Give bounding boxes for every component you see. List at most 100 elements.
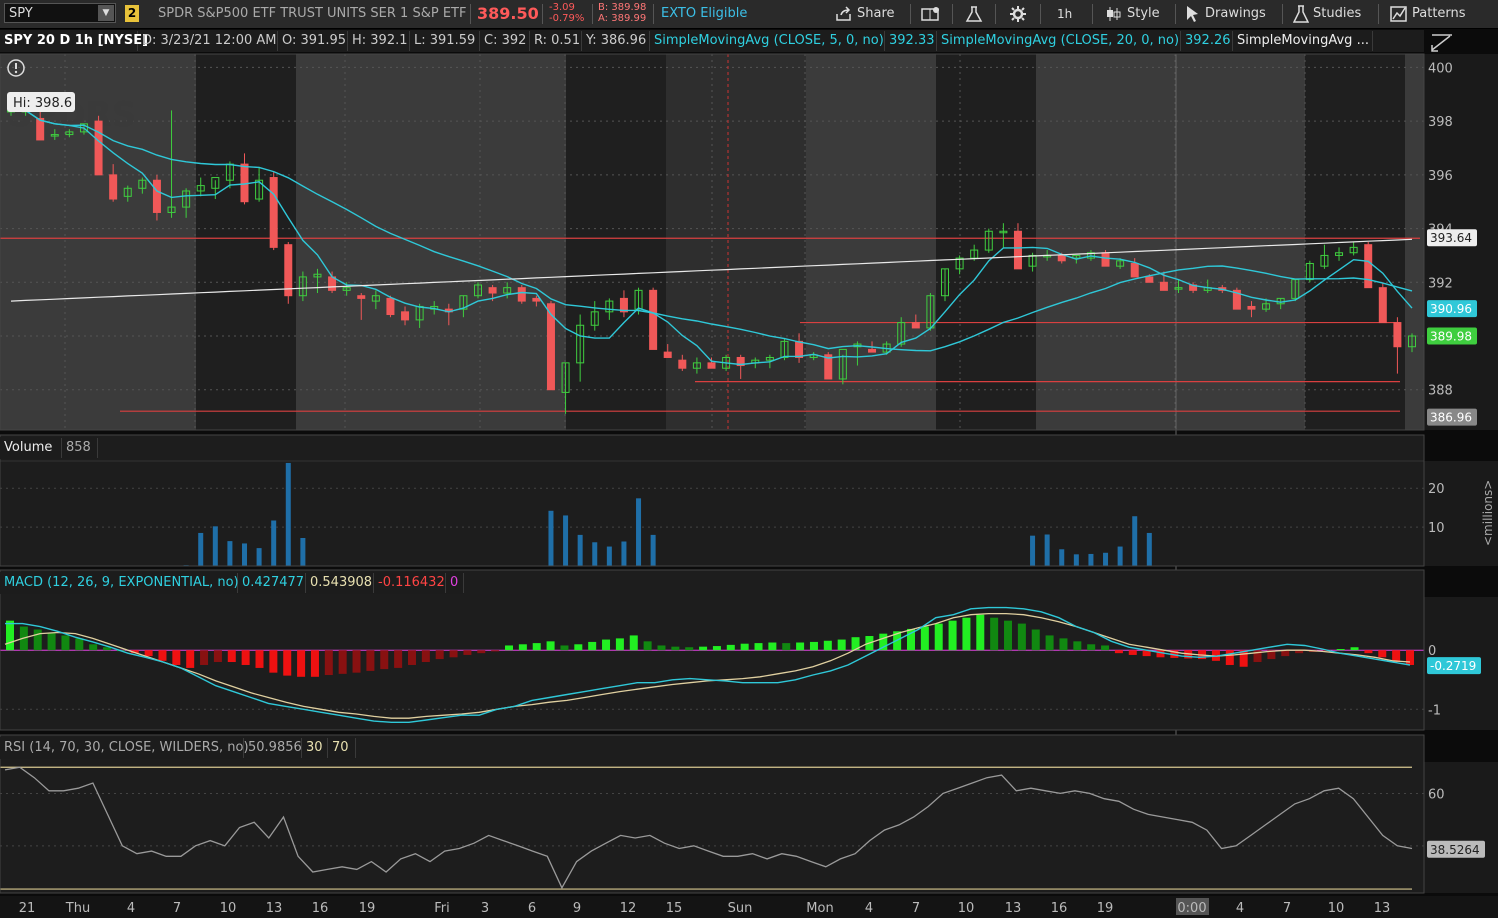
- volume-bar: [198, 532, 204, 566]
- rsi-label[interactable]: RSI (14, 70, 30, CLOSE, WILDERS, no): [0, 738, 249, 758]
- macd-tick-label: 0: [1428, 644, 1436, 659]
- time-tick-label: 15: [666, 901, 683, 916]
- macd-hist-bar: [463, 650, 472, 655]
- candle-body: [1247, 305, 1256, 310]
- candle-body: [1159, 281, 1168, 291]
- volume-bar: [1030, 535, 1036, 566]
- macd-hist-bar: [227, 650, 236, 663]
- candle-body: [1364, 244, 1373, 289]
- macd-hist-bar: [158, 650, 167, 661]
- price-tick-label: 396: [1428, 169, 1453, 184]
- after-hours-shade: [566, 54, 666, 430]
- volume-bar: [1059, 549, 1065, 566]
- macd-hist-bar: [89, 644, 98, 651]
- macd-hist-bar: [491, 650, 500, 652]
- volume-bar: [1146, 532, 1152, 566]
- candle-body: [94, 120, 103, 176]
- macd-hist-bar: [505, 645, 514, 651]
- macd-hist-bar: [740, 643, 749, 651]
- macd-hist-bar: [6, 620, 14, 651]
- price-tick-label: 398: [1428, 115, 1453, 130]
- after-hours-shade: [196, 54, 296, 430]
- volume-bar: [227, 541, 233, 566]
- candle-body: [36, 117, 45, 141]
- time-tick-label: 7: [173, 901, 181, 916]
- time-tick-label: 4: [865, 901, 873, 916]
- rsi-axis-bg: [1424, 762, 1498, 893]
- macd-hist-bar: [366, 650, 375, 671]
- weekend-shade: [666, 54, 806, 430]
- volume-bar: [1073, 554, 1079, 566]
- macd-hist-bar: [144, 650, 153, 657]
- macd-hist-bar: [629, 635, 638, 651]
- macd-hist-bar: [1059, 638, 1068, 651]
- time-tick-label: 21: [19, 901, 36, 916]
- candle-body: [240, 163, 249, 203]
- candle-body: [795, 340, 804, 358]
- volume-tick-label: 20: [1428, 482, 1445, 497]
- macd-hist-bar: [283, 650, 292, 676]
- macd-hist-bar: [1073, 641, 1082, 651]
- macd-hist-bar: [546, 641, 555, 651]
- volume-bar: [1103, 552, 1109, 566]
- candle-body: [1101, 252, 1110, 267]
- candle-body: [663, 351, 672, 358]
- time-tick-label: 4: [1236, 901, 1244, 916]
- rsi-overbought: 70: [328, 738, 356, 758]
- macd-hist-bar: [602, 639, 611, 651]
- macd-hist-bar: [213, 650, 222, 663]
- macd-hist-bar: [61, 635, 70, 651]
- macd-hist-bar: [685, 647, 694, 651]
- volume-units: <millions>: [1481, 480, 1495, 546]
- volume-bar: [548, 510, 554, 566]
- candle-body: [1378, 287, 1387, 324]
- time-tick-label: 3: [481, 901, 489, 916]
- time-tick-label: 13: [1374, 901, 1391, 916]
- time-tick-label: 10: [220, 901, 237, 916]
- volume-tick-label: 10: [1428, 521, 1445, 536]
- macd-axis: -1 0-0.2719: [1424, 597, 1498, 730]
- volume-bar: [636, 498, 642, 566]
- macd-hist-bar: [241, 650, 250, 665]
- macd-hist-bar: [615, 638, 624, 651]
- chart-canvas[interactable]: SPDRS 388390392394396398400393.64390.963…: [0, 0, 1498, 918]
- macd-avg-value: 0.543908: [306, 573, 374, 593]
- macd-label[interactable]: MACD (12, 26, 9, EXPONENTIAL, no): [0, 573, 239, 593]
- time-tick-label: Mon: [806, 901, 833, 916]
- candle-body: [517, 287, 526, 302]
- volume-bar: [256, 548, 262, 566]
- candle-body: [1130, 262, 1139, 278]
- candle-body: [152, 179, 161, 213]
- macd-hist-bar: [310, 650, 319, 677]
- volume-bar: [1044, 534, 1050, 566]
- macd-hist-bar: [33, 629, 42, 651]
- time-tick-label: 19: [1097, 901, 1114, 916]
- macd-header: MACD (12, 26, 9, EXPONENTIAL, no) 0.4274…: [0, 572, 464, 594]
- time-tick-label: 16: [312, 901, 329, 916]
- time-tick-label: 7: [912, 901, 920, 916]
- price-tick-label: 388: [1428, 384, 1453, 399]
- macd-hist-bar: [574, 644, 583, 651]
- price-axis: 388390392394396398400393.64390.96389.983…: [1424, 54, 1498, 430]
- macd-hist-bar: [324, 650, 333, 676]
- hi-label: Hi: 398.6: [7, 92, 75, 112]
- time-tick-label: 4: [127, 901, 135, 916]
- macd-hist-bar: [768, 642, 777, 651]
- macd-hist-bar: [699, 646, 708, 651]
- macd-hist-bar: [1101, 645, 1110, 651]
- last-price-badge: 389.98: [1430, 330, 1472, 344]
- price-tick-label: 392: [1428, 276, 1453, 291]
- macd-hist-bar: [726, 644, 735, 651]
- macd-hist-bar: [186, 650, 195, 668]
- expand-chart-icon[interactable]: [1431, 34, 1452, 52]
- candle-body: [109, 174, 118, 200]
- time-tick-label: Thu: [65, 901, 90, 916]
- volume-bar: [300, 538, 306, 566]
- time-tick-label: 12: [620, 901, 637, 916]
- macd-hist-bar: [1128, 650, 1137, 655]
- rsi-axis: 60 38.5264: [1424, 762, 1498, 893]
- time-tick-label: 10: [1328, 901, 1345, 916]
- macd-hist-bar: [1350, 647, 1359, 651]
- time-tick-label: 0:00: [1177, 901, 1206, 916]
- volume-bar: [1088, 553, 1094, 566]
